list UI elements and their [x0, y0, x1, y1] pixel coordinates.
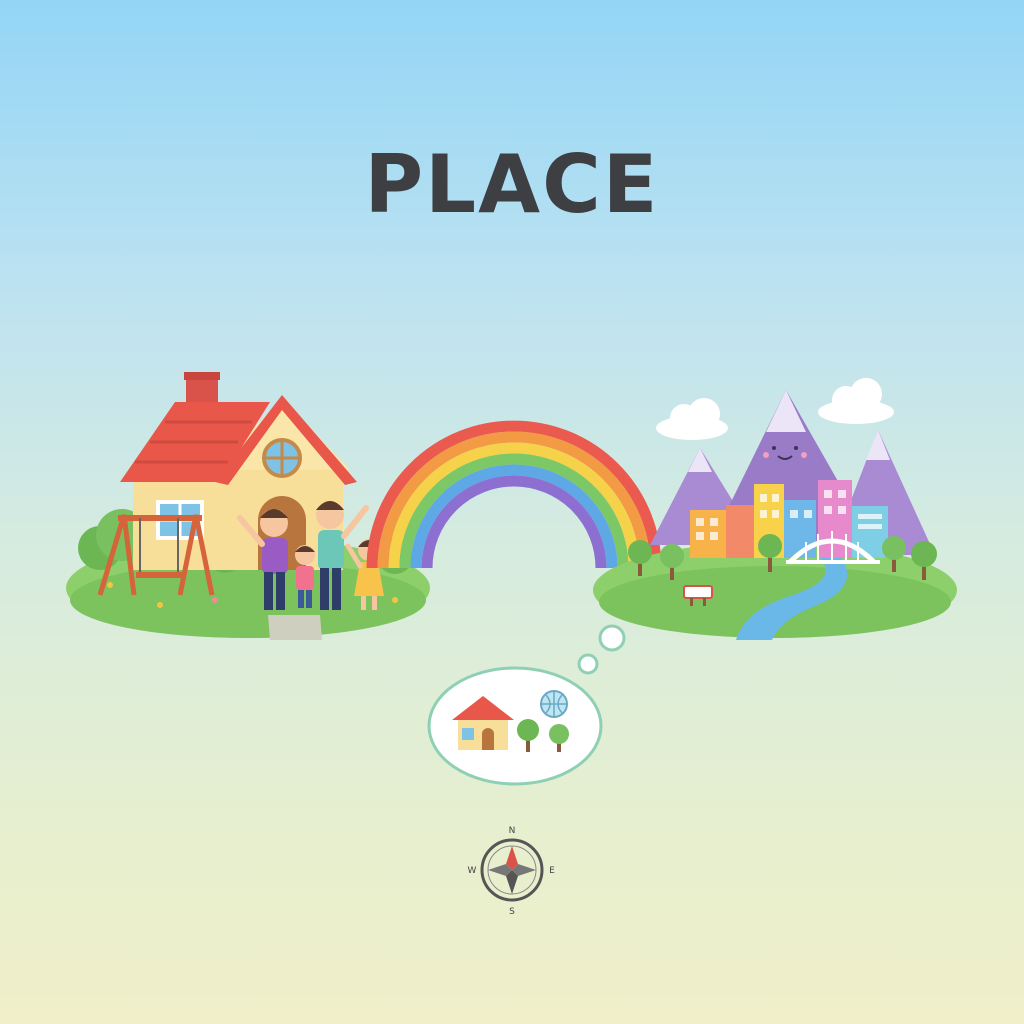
globe-icon — [540, 690, 568, 718]
compass-rose-icon: N S W E — [468, 826, 556, 917]
cloud — [818, 378, 894, 424]
rainbow — [366, 420, 662, 569]
illustration-scene: N S W E — [66, 372, 957, 917]
compass-east-label: E — [549, 866, 555, 876]
compass-west-label: W — [468, 866, 477, 876]
thought-bubble — [427, 624, 626, 786]
compass-south-label: S — [509, 907, 515, 917]
cloud — [656, 398, 728, 440]
compass-north-label: N — [509, 826, 516, 836]
